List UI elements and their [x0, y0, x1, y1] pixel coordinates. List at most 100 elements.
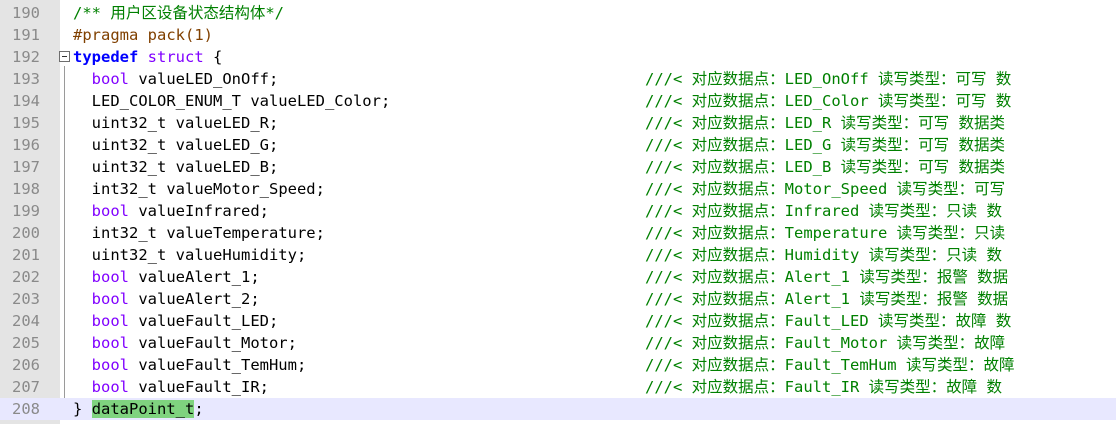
code-line[interactable]: 201 ///< 对应数据点：Humidity 读写类型：只读 数 uint32_…	[0, 244, 1116, 266]
code-line[interactable]: 205 ///< 对应数据点：Fault_Motor 读写类型：故障 bool v…	[0, 332, 1116, 354]
field-name: valueFault_TemHum;	[129, 356, 307, 374]
code-line[interactable]: 203 ///< 对应数据点：Alert_1 读写类型：报警 数据 bool va…	[0, 288, 1116, 310]
field-doc-comment: ///< 对应数据点：LED_G 读写类型：可写 数据类	[645, 136, 1005, 154]
field-name: valueLED_OnOff;	[129, 70, 279, 88]
code-line[interactable]: 190 /** 用户区设备状态结构体*/	[0, 2, 1116, 24]
code-line[interactable]: 206 ///< 对应数据点：Fault_TemHum 读写类型：故障 bool …	[0, 354, 1116, 376]
code-line[interactable]: 192 typedef struct {	[0, 46, 1116, 68]
keyword-typedef: typedef	[73, 48, 139, 66]
field-name: valueLED_B;	[166, 158, 279, 176]
field-type: int32_t	[91, 180, 157, 198]
line-number: 194	[12, 92, 40, 110]
code-line[interactable]: 194 ///< 对应数据点：LED_Color 读写类型：可写 数 LED_CO…	[0, 90, 1116, 112]
line-code: bool valueAlert_1;	[73, 266, 260, 288]
field-doc-comment: ///< 对应数据点：Alert_1 读写类型：报警 数据	[645, 290, 1009, 308]
field-doc-comment: ///< 对应数据点：Temperature 读写类型：只读	[645, 224, 1006, 242]
line-code: bool valueFault_IR;	[73, 376, 269, 398]
line-code: uint32_t valueLED_G;	[73, 134, 279, 156]
field-type: bool	[91, 378, 129, 396]
field-type: bool	[91, 334, 129, 352]
line-code: int32_t valueTemperature;	[73, 222, 325, 244]
field-doc-comment: ///< 对应数据点：LED_R 读写类型：可写 数据类	[645, 114, 1005, 132]
line-code: uint32_t valueHumidity;	[73, 244, 307, 266]
field-doc-comment: ///< 对应数据点：Infrared 读写类型：只读 数	[645, 202, 1002, 220]
code-line[interactable]: 208} dataPoint_t;	[0, 398, 1116, 420]
line-code: LED_COLOR_ENUM_T valueLED_Color;	[73, 90, 391, 112]
line-number: 197	[12, 158, 40, 176]
semicolon: ;	[194, 400, 204, 418]
line-number: 201	[12, 246, 40, 264]
line-code: bool valueFault_LED;	[73, 310, 279, 332]
line-code: int32_t valueMotor_Speed;	[73, 178, 325, 200]
code-line[interactable]: 200 ///< 对应数据点：Temperature 读写类型：只读 int32_…	[0, 222, 1116, 244]
field-doc-comment: ///< 对应数据点：Fault_TemHum 读写类型：故障	[645, 356, 1015, 374]
line-number: 205	[12, 334, 40, 352]
field-doc-comment: ///< 对应数据点：Fault_IR 读写类型：故障 数	[645, 378, 1002, 396]
code-editor[interactable]: 190 /** 用户区设备状态结构体*/ 191 #pragma pack(1) 192…	[0, 0, 1116, 424]
line-number: 202	[12, 268, 40, 286]
field-type: uint32_t	[91, 158, 167, 176]
line-number: 193	[12, 70, 40, 88]
field-type: bool	[91, 290, 129, 308]
field-type: uint32_t	[91, 136, 167, 154]
field-type: LED_COLOR_ENUM_T	[91, 92, 241, 110]
line-number: 200	[12, 224, 40, 242]
field-name: valueHumidity;	[166, 246, 307, 264]
field-type: bool	[91, 312, 129, 330]
field-name: valueMotor_Speed;	[157, 180, 325, 198]
field-doc-comment: ///< 对应数据点：LED_OnOff 读写类型：可写 数	[645, 70, 1012, 88]
line-number: 206	[12, 356, 40, 374]
line-number: 191	[12, 26, 40, 44]
code-line[interactable]: 197 ///< 对应数据点：LED_B 读写类型：可写 数据类 uint32_t…	[0, 156, 1116, 178]
field-type: bool	[91, 356, 129, 374]
field-doc-comment: ///< 对应数据点：LED_Color 读写类型：可写 数	[645, 92, 1012, 110]
code-line[interactable]: 191 #pragma pack(1)	[0, 24, 1116, 46]
preprocessor-directive: #pragma pack(1)	[73, 26, 213, 44]
field-type: int32_t	[91, 224, 157, 242]
field-name: valueAlert_1;	[129, 268, 260, 286]
line-code: typedef struct {	[73, 46, 222, 68]
field-type: uint32_t	[91, 114, 167, 132]
field-type: uint32_t	[91, 246, 167, 264]
code-line[interactable]: 207 ///< 对应数据点：Fault_IR 读写类型：故障 数 bool va…	[0, 376, 1116, 398]
line-code: uint32_t valueLED_R;	[73, 112, 279, 134]
field-doc-comment: ///< 对应数据点：Fault_Motor 读写类型：故障	[645, 334, 1006, 352]
field-name: valueLED_G;	[166, 136, 279, 154]
line-code: bool valueLED_OnOff;	[73, 68, 279, 90]
code-line[interactable]: 202 ///< 对应数据点：Alert_1 读写类型：报警 数据 bool va…	[0, 266, 1116, 288]
keyword-struct: struct	[147, 48, 204, 66]
field-doc-comment: ///< 对应数据点：Alert_1 读写类型：报警 数据	[645, 268, 1009, 286]
line-number: 195	[12, 114, 40, 132]
line-number: 208	[12, 400, 40, 418]
open-brace: {	[203, 48, 223, 66]
line-code: bool valueFault_TemHum;	[73, 354, 307, 376]
code-line[interactable]: 198 ///< 对应数据点：Motor_Speed 读写类型：可写 int32_…	[0, 178, 1116, 200]
code-line[interactable]: 199 ///< 对应数据点：Infrared 读写类型：只读 数 bool va…	[0, 200, 1116, 222]
field-name: valueFault_IR;	[129, 378, 269, 396]
typedef-name: dataPoint_t	[91, 400, 195, 418]
field-type: bool	[91, 202, 129, 220]
field-type: bool	[91, 70, 129, 88]
line-code: } dataPoint_t;	[73, 398, 204, 420]
field-name: valueLED_R;	[166, 114, 279, 132]
code-line[interactable]: 204 ///< 对应数据点：Fault_LED 读写类型：故障 数 bool v…	[0, 310, 1116, 332]
line-code: bool valueFault_Motor;	[73, 332, 297, 354]
field-doc-comment: ///< 对应数据点：Fault_LED 读写类型：故障 数	[645, 312, 1012, 330]
line-number: 199	[12, 202, 40, 220]
line-code: bool valueInfrared;	[73, 200, 269, 222]
field-name: valueTemperature;	[157, 224, 325, 242]
close-brace: }	[73, 400, 83, 418]
field-name: valueInfrared;	[129, 202, 269, 220]
line-code: #pragma pack(1)	[73, 24, 213, 46]
field-name: valueAlert_2;	[129, 290, 260, 308]
line-number: 198	[12, 180, 40, 198]
field-name: valueFault_LED;	[129, 312, 279, 330]
line-code: /** 用户区设备状态结构体*/	[73, 2, 284, 24]
code-line[interactable]: 196 ///< 对应数据点：LED_G 读写类型：可写 数据类 uint32_t…	[0, 134, 1116, 156]
line-number: 204	[12, 312, 40, 330]
code-line[interactable]: 195 ///< 对应数据点：LED_R 读写类型：可写 数据类 uint32_t…	[0, 112, 1116, 134]
line-number: 196	[12, 136, 40, 154]
field-doc-comment: ///< 对应数据点：LED_B 读写类型：可写 数据类	[645, 158, 1005, 176]
field-type: bool	[91, 268, 129, 286]
code-line[interactable]: 193 ///< 对应数据点：LED_OnOff 读写类型：可写 数 bool v…	[0, 68, 1116, 90]
